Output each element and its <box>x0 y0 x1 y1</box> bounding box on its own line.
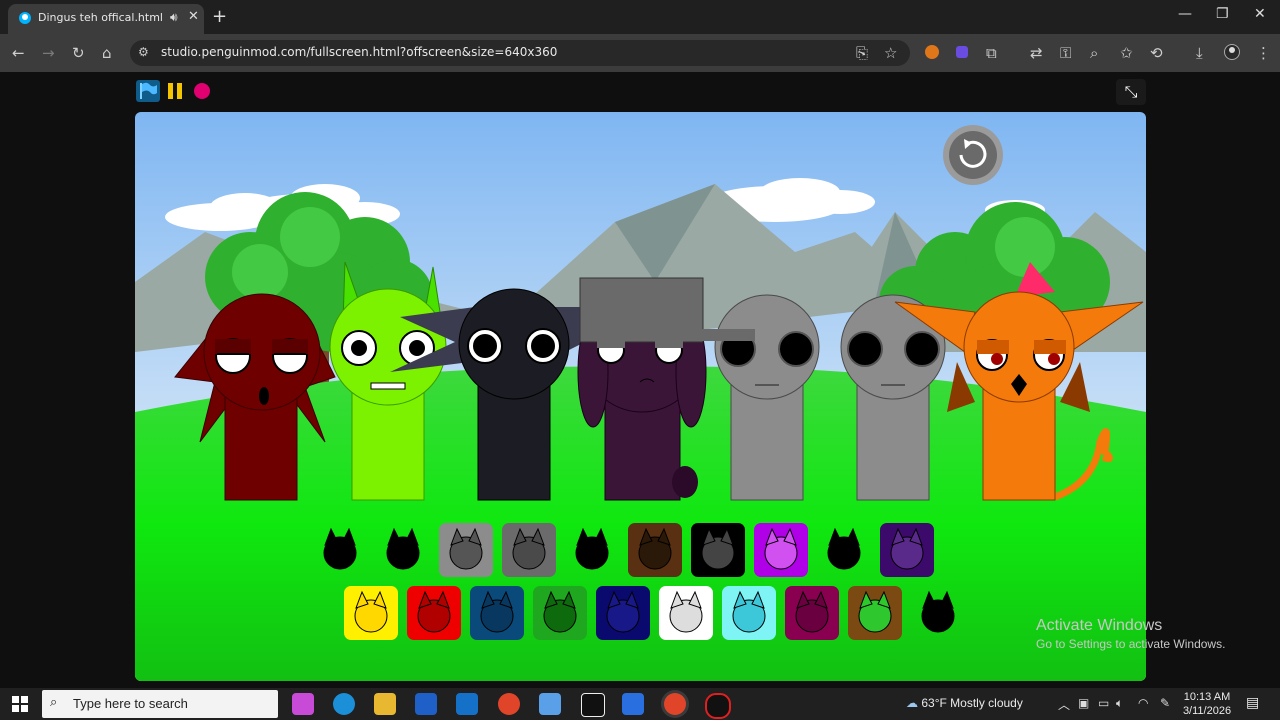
notification-center-icon[interactable]: ▤ <box>1246 695 1259 711</box>
chrome-active-app-icon[interactable] <box>664 693 686 715</box>
reload-icon[interactable]: ↻ <box>72 44 85 62</box>
install-app-icon[interactable]: ⎘ <box>856 44 868 62</box>
capcut-app-icon[interactable] <box>581 693 605 717</box>
wifi-icon[interactable]: ◠ <box>1138 696 1148 710</box>
palette-item[interactable] <box>628 523 682 577</box>
watermark-line-2: Go to Settings to activate Windows. <box>1036 637 1226 651</box>
edge-app-icon[interactable] <box>333 693 355 715</box>
tray-chevron-icon[interactable]: ︿ <box>1058 696 1070 713</box>
tab-title: Dingus teh offical.html - Pe <box>38 11 166 24</box>
download-icon[interactable]: ⤓ <box>1196 44 1203 62</box>
favorites-icon[interactable]: ✩ <box>1120 44 1133 62</box>
penguinmod-favicon-icon <box>19 12 31 24</box>
palette-item[interactable] <box>407 586 461 640</box>
palette-item[interactable] <box>722 586 776 640</box>
tray-meet-icon[interactable]: ▣ <box>1078 696 1089 710</box>
palette-item[interactable] <box>502 523 556 577</box>
search-page-icon[interactable]: ⌕ <box>1090 44 1098 62</box>
palette-item[interactable] <box>785 586 839 640</box>
outlook-app-icon[interactable] <box>456 693 478 715</box>
restore-icon[interactable]: ❐ <box>1216 6 1229 22</box>
pen-icon[interactable]: ✎ <box>1160 696 1170 710</box>
close-tab-icon[interactable]: ✕ <box>188 9 199 24</box>
activate-windows-watermark: Activate Windows Go to Settings to activ… <box>1036 617 1225 651</box>
address-bar[interactable]: ⚙ studio.penguinmod.com/fullscreen.html?… <box>130 40 910 66</box>
photos-app-icon[interactable] <box>539 693 561 715</box>
extensions-icon[interactable]: ⧉ <box>986 44 997 62</box>
close-window-icon[interactable]: ✕ <box>1254 6 1266 22</box>
chrome-app-icon[interactable] <box>498 693 520 715</box>
new-tab-icon[interactable]: + <box>212 6 227 27</box>
more-menu-icon[interactable]: ⋮ <box>1256 44 1271 62</box>
file-explorer-icon[interactable] <box>374 693 396 715</box>
palette-item[interactable] <box>817 523 871 577</box>
watermark-line-1: Activate Windows <box>1036 617 1163 634</box>
bookmark-star-icon[interactable]: ☆ <box>884 44 897 62</box>
home-icon[interactable]: ⌂ <box>102 44 112 62</box>
volume-icon[interactable]: 🔈︎ <box>1116 696 1123 711</box>
clock-date: 3/11/2026 <box>1182 705 1232 717</box>
clock-time: 10:13 AM <box>1183 691 1231 703</box>
roblox-app-icon[interactable] <box>622 693 644 715</box>
recorder-app-icon[interactable] <box>705 693 731 719</box>
battery-icon[interactable]: ▭ <box>1098 696 1109 710</box>
palette-item[interactable] <box>691 523 745 577</box>
windows-start-icon[interactable] <box>12 696 28 712</box>
extension-orange-icon[interactable] <box>924 44 940 60</box>
history-icon[interactable]: ⟲ <box>1150 44 1163 62</box>
taskbar-clock[interactable]: 10:13 AM 3/11/2026 <box>1178 690 1236 718</box>
search-placeholder: Type here to search <box>73 696 188 711</box>
extension-shield-icon[interactable] <box>954 44 970 60</box>
minimize-icon[interactable]: — <box>1178 6 1192 22</box>
translate-icon[interactable]: ⇄ <box>1030 44 1043 62</box>
palette-item[interactable] <box>313 523 367 577</box>
speaker-icon[interactable]: 🔊︎ <box>170 10 178 25</box>
store-app-icon[interactable] <box>415 693 437 715</box>
game-stage[interactable] <box>135 112 1146 681</box>
palette-item[interactable] <box>659 586 713 640</box>
exit-fullscreen-icon[interactable]: ⤡ <box>1116 79 1146 105</box>
reset-button[interactable] <box>943 125 1003 185</box>
palette-item[interactable] <box>470 586 524 640</box>
profile-icon[interactable] <box>1224 44 1240 60</box>
cloud-icon: ☁ <box>906 696 918 710</box>
stop-icon[interactable] <box>193 82 211 100</box>
site-info-icon[interactable]: ⚙ <box>138 45 149 59</box>
search-icon: ⌕ <box>50 695 58 710</box>
password-key-icon[interactable]: ⚿ <box>1060 44 1071 62</box>
copilot-app-icon[interactable] <box>292 693 314 715</box>
back-icon[interactable]: ← <box>12 44 25 62</box>
weather-widget[interactable]: ☁ 63°F Mostly cloudy <box>906 696 1023 710</box>
palette-item[interactable] <box>344 586 398 640</box>
browser-tab[interactable]: Dingus teh offical.html - Pe 🔊︎ ✕ <box>8 4 204 34</box>
palette-item[interactable] <box>376 523 430 577</box>
forward-icon[interactable]: → <box>42 44 55 62</box>
palette-item[interactable] <box>754 523 808 577</box>
taskbar-search-box[interactable]: ⌕ Type here to search <box>42 690 278 718</box>
weather-text: 63°F Mostly cloudy <box>921 696 1023 710</box>
palette-item[interactable] <box>596 586 650 640</box>
palette-item[interactable] <box>533 586 587 640</box>
palette-item[interactable] <box>848 586 902 640</box>
palette-item[interactable] <box>880 523 934 577</box>
palette-item[interactable] <box>439 523 493 577</box>
palette-item[interactable] <box>565 523 619 577</box>
url-text: studio.penguinmod.com/fullscreen.html?of… <box>161 45 558 59</box>
green-flag-icon[interactable] <box>136 80 160 102</box>
pause-icon[interactable] <box>166 82 184 100</box>
palette-item[interactable] <box>911 586 965 640</box>
